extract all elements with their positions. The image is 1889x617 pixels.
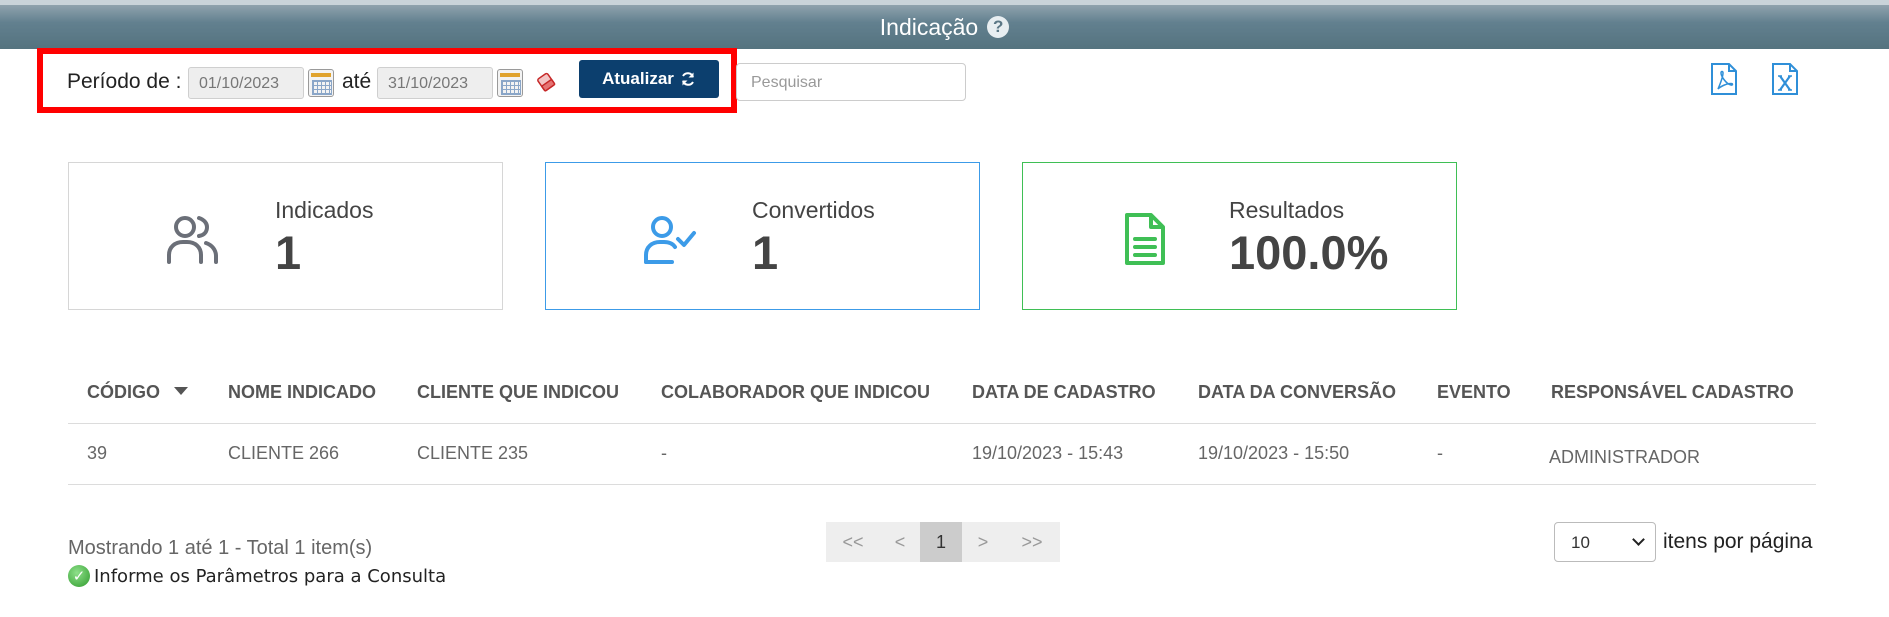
showing-count: Mostrando 1 até 1 - Total 1 item(s) <box>68 537 373 559</box>
info-message-text: Informe os Parâmetros para a Consulta <box>94 565 447 587</box>
excel-file-icon[interactable] <box>1771 62 1799 96</box>
cell-responsavel-cadastro: ADMINISTRADOR <box>1549 447 1701 467</box>
chevron-down-icon <box>1632 533 1645 546</box>
card-value: 100.0% <box>1229 226 1389 279</box>
cell-data-da-conversao: 19/10/2023 - 15:50 <box>1198 443 1350 463</box>
cell-codigo: 39 <box>87 443 108 463</box>
end-date-input[interactable]: 31/10/2023 <box>377 67 493 99</box>
period-label: Período de : <box>67 70 182 93</box>
calendar-icon[interactable] <box>308 69 334 97</box>
page-last-button[interactable]: >> <box>1004 522 1060 562</box>
page-prev-button[interactable]: < <box>880 522 920 562</box>
card-label: Indicados <box>275 197 374 223</box>
document-icon <box>1125 213 1165 265</box>
cell-evento: - <box>1437 443 1443 463</box>
column-header-responsavel-cadastro[interactable]: RESPONSÁVEL CADASTRO <box>1551 382 1794 403</box>
column-header-cliente-que-indicou[interactable]: CLIENTE QUE INDICOU <box>417 382 619 403</box>
card-label: Convertidos <box>752 197 875 223</box>
pagination: << < 1 > >> <box>826 522 1060 562</box>
refresh-icon <box>681 72 694 86</box>
page-title: Indicação <box>879 13 979 40</box>
search-input[interactable]: Pesquisar <box>736 63 966 101</box>
update-button[interactable]: Atualizar <box>579 60 719 98</box>
column-header-data-da-conversao[interactable]: DATA DA CONVERSÃO <box>1198 382 1396 403</box>
card-value: 1 <box>275 226 302 279</box>
column-header-codigo[interactable]: CÓDIGO <box>87 382 160 403</box>
per-page-value: 10 <box>1571 533 1590 552</box>
card-resultados: Resultados 100.0% <box>1022 162 1457 310</box>
sort-desc-icon[interactable] <box>174 387 188 395</box>
page-next-button[interactable]: > <box>962 522 1004 562</box>
eraser-icon[interactable] <box>536 71 556 93</box>
column-header-nome-indicado[interactable]: NOME INDICADO <box>228 382 376 403</box>
page-header: Indicação ? <box>0 0 1889 49</box>
cell-nome-indicado: CLIENTE 266 <box>228 443 340 463</box>
per-page-select[interactable]: 10 <box>1554 522 1656 562</box>
card-indicados: Indicados 1 <box>68 162 503 310</box>
calendar-icon[interactable] <box>497 69 523 97</box>
cell-colaborador-que-indicou: - <box>661 443 667 463</box>
divider <box>68 484 1816 485</box>
divider <box>68 423 1816 424</box>
update-button-label: Atualizar <box>602 69 674 88</box>
column-header-colaborador-que-indicou[interactable]: COLABORADOR QUE INDICOU <box>661 382 930 403</box>
per-page-label: itens por página <box>1663 530 1813 553</box>
page-current-button[interactable]: 1 <box>920 522 962 562</box>
card-label: Resultados <box>1229 197 1345 223</box>
user-check-icon <box>644 216 696 264</box>
card-value: 1 <box>752 226 779 279</box>
cell-data-de-cadastro: 19/10/2023 - 15:43 <box>972 443 1124 463</box>
column-header-evento[interactable]: EVENTO <box>1437 382 1511 403</box>
question-circle-icon[interactable]: ? <box>987 16 1010 38</box>
start-date-input[interactable]: 01/10/2023 <box>188 67 304 99</box>
cell-cliente-que-indicou: CLIENTE 235 <box>417 443 529 463</box>
info-message: ✓ Informe os Parâmetros para a Consulta <box>68 565 446 587</box>
pdf-file-icon[interactable] <box>1710 62 1738 96</box>
until-label: até <box>342 70 372 93</box>
users-icon <box>167 216 218 264</box>
check-circle-icon: ✓ <box>68 565 90 587</box>
column-header-data-de-cadastro[interactable]: DATA DE CADASTRO <box>972 382 1156 403</box>
card-convertidos: Convertidos 1 <box>545 162 980 310</box>
page-first-button[interactable]: << <box>826 522 880 562</box>
